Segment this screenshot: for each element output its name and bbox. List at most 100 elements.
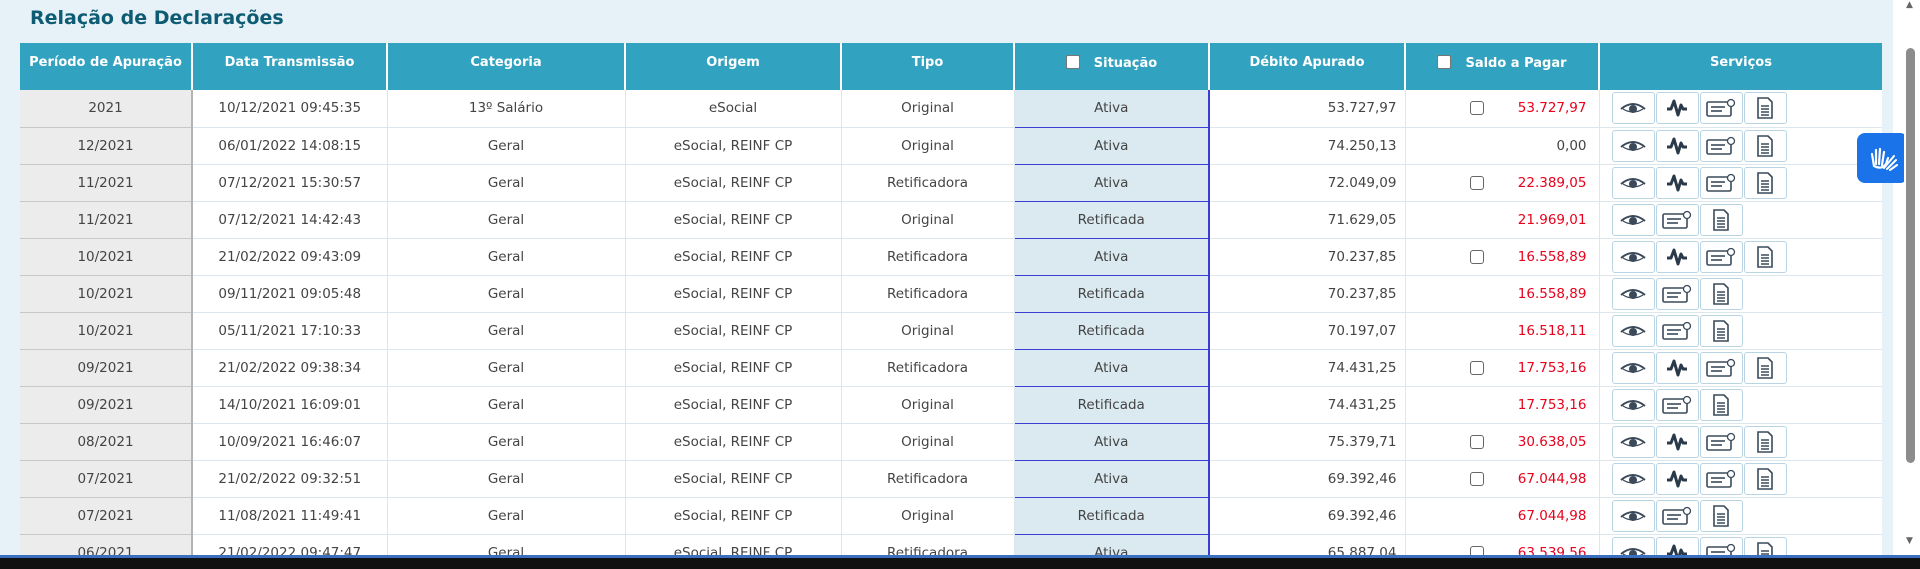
card-payment-button[interactable] [1699, 425, 1743, 458]
pulse-button[interactable] [1655, 425, 1699, 458]
card-payment-button[interactable] [1699, 240, 1743, 273]
card-payment-button[interactable] [1655, 499, 1699, 532]
cell-categoria: Geral [387, 460, 626, 498]
card-payment-button[interactable] [1699, 536, 1743, 555]
eye-button[interactable] [1611, 277, 1655, 310]
pulse-button[interactable] [1655, 351, 1699, 384]
saldo-value: 67.044,98 [1517, 507, 1587, 524]
accessibility-sign-language-button[interactable] [1857, 133, 1908, 183]
document-button[interactable] [1743, 166, 1787, 199]
pulse-button[interactable] [1655, 129, 1699, 162]
table-row: 07/2021 21/02/2022 09:32:51 Geral eSocial, … [20, 460, 1882, 498]
cell-situacao: Retificada [1013, 386, 1210, 424]
cell-categoria: Geral [387, 534, 626, 555]
pulse-button[interactable] [1655, 92, 1699, 125]
select-all-situacao-checkbox[interactable] [1065, 54, 1080, 69]
col-header-saldo[interactable]: Saldo a Pagar [1405, 43, 1600, 90]
pulse-button[interactable] [1655, 240, 1699, 273]
cell-data-transmissao: 07/12/2021 15:30:57 [192, 164, 388, 202]
col-header-periodo[interactable]: Período de Apuração [20, 43, 193, 90]
cell-debito: 74.250,13 [1209, 127, 1406, 165]
row-select-checkbox[interactable] [1469, 249, 1484, 264]
row-select-checkbox[interactable] [1469, 471, 1484, 486]
cell-categoria: Geral [387, 386, 626, 424]
eye-button[interactable] [1611, 499, 1655, 532]
scroll-up-arrow-icon[interactable]: ▲ [1906, 0, 1913, 10]
cell-origem: eSocial, REINF CP [625, 238, 842, 276]
document-button[interactable] [1743, 92, 1787, 125]
card-payment-button[interactable] [1699, 166, 1743, 199]
cell-servicos [1599, 238, 1882, 276]
eye-button[interactable] [1611, 92, 1655, 125]
card-payment-button[interactable] [1699, 351, 1743, 384]
card-payment-button[interactable] [1655, 277, 1699, 310]
cell-origem: eSocial, REINF CP [625, 460, 842, 498]
card-payment-button[interactable] [1655, 314, 1699, 347]
eye-button[interactable] [1611, 203, 1655, 236]
col-header-origem[interactable]: Origem [625, 43, 842, 90]
document-button[interactable] [1743, 425, 1787, 458]
taskbar-accent [0, 555, 1920, 558]
document-button[interactable] [1743, 240, 1787, 273]
table-row: 2021 10/12/2021 09:45:35 13º Salário eSocia… [20, 90, 1882, 128]
eye-button[interactable] [1611, 425, 1655, 458]
card-payment-button[interactable] [1699, 92, 1743, 125]
document-button[interactable] [1699, 388, 1743, 421]
cell-servicos [1599, 386, 1882, 424]
eye-button[interactable] [1611, 129, 1655, 162]
card-payment-button[interactable] [1655, 203, 1699, 236]
eye-button[interactable] [1611, 166, 1655, 199]
cell-saldo: 63.539,56 [1405, 534, 1600, 555]
eye-button[interactable] [1611, 536, 1655, 555]
cell-situacao: Retificada [1013, 312, 1210, 350]
row-select-checkbox[interactable] [1469, 434, 1484, 449]
pulse-button[interactable] [1655, 166, 1699, 199]
cell-data-transmissao: 14/10/2021 16:09:01 [192, 386, 388, 424]
card-payment-button[interactable] [1655, 388, 1699, 421]
eye-button[interactable] [1611, 388, 1655, 421]
cell-periodo: 10/2021 [20, 312, 193, 350]
document-button[interactable] [1743, 351, 1787, 384]
document-button[interactable] [1699, 277, 1743, 310]
document-button[interactable] [1699, 314, 1743, 347]
cell-situacao: Ativa [1013, 460, 1210, 498]
cell-saldo: 17.753,16 [1405, 386, 1600, 424]
col-header-categoria[interactable]: Categoria [387, 43, 626, 90]
eye-button[interactable] [1611, 351, 1655, 384]
eye-button[interactable] [1611, 240, 1655, 273]
row-select-checkbox[interactable] [1469, 175, 1484, 190]
document-button[interactable] [1743, 536, 1787, 555]
taskbar-strip [0, 555, 1920, 569]
saldo-value: 16.558,89 [1517, 285, 1587, 302]
document-button[interactable] [1743, 462, 1787, 495]
row-select-checkbox[interactable] [1469, 545, 1484, 555]
card-payment-button[interactable] [1699, 129, 1743, 162]
card-payment-button[interactable] [1699, 462, 1743, 495]
pulse-button[interactable] [1655, 536, 1699, 555]
cell-servicos [1599, 90, 1882, 128]
document-button[interactable] [1743, 129, 1787, 162]
scrollbar-thumb[interactable] [1906, 48, 1915, 463]
eye-button[interactable] [1611, 314, 1655, 347]
cell-debito: 53.727,97 [1209, 90, 1406, 128]
col-header-data-transmissao[interactable]: Data Transmissão [192, 43, 388, 90]
cell-debito: 65.887,04 [1209, 534, 1406, 555]
hands-icon [1870, 147, 1898, 171]
col-header-tipo[interactable]: Tipo [841, 43, 1015, 90]
col-header-situacao[interactable]: Situação [1014, 43, 1210, 90]
eye-button[interactable] [1611, 462, 1655, 495]
row-select-checkbox[interactable] [1469, 101, 1484, 115]
declarations-table-container: Período de Apuração Data Transmissão Cat… [20, 43, 1882, 555]
row-select-checkbox[interactable] [1469, 360, 1484, 375]
cell-origem: eSocial, REINF CP [625, 349, 842, 387]
pulse-button[interactable] [1655, 462, 1699, 495]
col-header-debito[interactable]: Débito Apurado [1209, 43, 1406, 90]
cell-saldo: 67.044,98 [1405, 460, 1600, 498]
cell-origem: eSocial, REINF CP [625, 497, 842, 535]
cell-servicos [1599, 534, 1882, 555]
document-button[interactable] [1699, 499, 1743, 532]
table-header-row: Período de Apuração Data Transmissão Cat… [20, 43, 1882, 90]
document-button[interactable] [1699, 203, 1743, 236]
scroll-down-arrow-icon[interactable]: ▼ [1906, 536, 1913, 546]
select-all-saldo-checkbox[interactable] [1437, 54, 1452, 69]
